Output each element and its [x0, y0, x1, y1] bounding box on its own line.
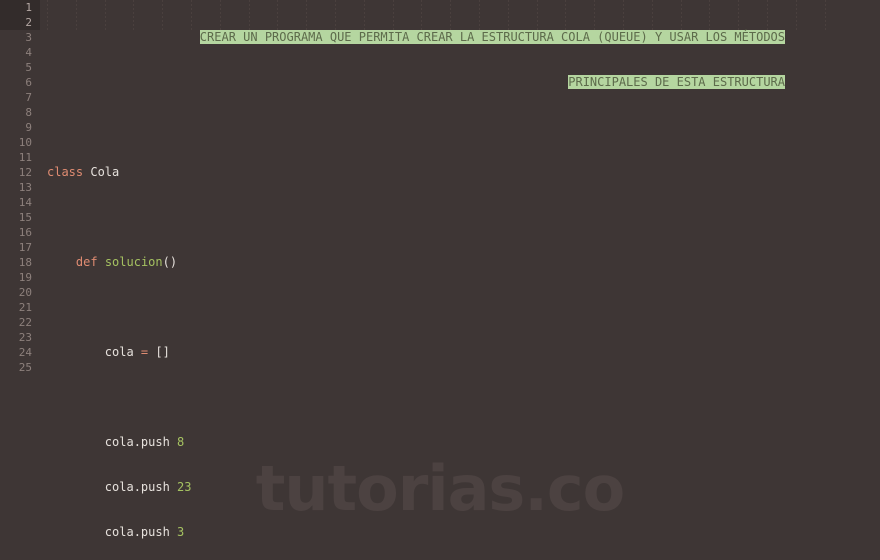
line-number-gutter[interactable]: 1 2 3 4 5 6 7 8 9 10 11 12 13 14 15 16 17 18 19 20 21 22 23 24 2… [0, 0, 40, 560]
line-number-21[interactable]: 21 [0, 300, 40, 315]
line-number-3[interactable]: 3 [0, 30, 40, 45]
line-number-23[interactable]: 23 [0, 330, 40, 345]
line-number-13[interactable]: 13 [0, 180, 40, 195]
line-number-12[interactable]: 12 [0, 165, 40, 180]
keyword-def: def [75, 255, 98, 269]
code-line-10: cola.push 8 [47, 435, 546, 450]
call-push-11: cola.push [104, 480, 178, 494]
code-line-11: cola.push 23 [47, 480, 546, 495]
keyword-class: class [47, 165, 84, 179]
line-number-25[interactable]: 25 [0, 360, 40, 375]
line-number-17[interactable]: 17 [0, 240, 40, 255]
empty-array-literal: [] [148, 345, 170, 359]
code-editor[interactable]: tutorias.co 1 2 3 4 5 6 7 8 9 10 11 12 13 14 15 16 17 18 1… [0, 0, 880, 560]
number-literal-12: 3 [177, 525, 185, 539]
call-push-12: cola.push [104, 525, 178, 539]
number-literal-11: 23 [177, 480, 192, 494]
line-number-8[interactable]: 8 [0, 105, 40, 120]
number-literal-10: 8 [177, 435, 185, 449]
line-number-22[interactable]: 22 [0, 315, 40, 330]
code-line-8: cola = [] [47, 345, 546, 360]
comment-line-2-text: PRINCIPALES DE ESTA ESTRUCTURA [568, 75, 785, 89]
code-line-12: cola.push 3 [47, 525, 546, 540]
class-name-value: Cola [90, 165, 120, 179]
line-number-24[interactable]: 24 [0, 345, 40, 360]
line-number-11[interactable]: 11 [0, 150, 40, 165]
line-number-6[interactable]: 6 [0, 75, 40, 90]
call-push-10: cola.push [104, 435, 178, 449]
code-line-6: def solucion() [47, 255, 546, 270]
method-parens: () [162, 255, 178, 269]
line-number-18[interactable]: 18 [0, 255, 40, 270]
line-number-19[interactable]: 19 [0, 270, 40, 285]
line-number-2[interactable]: 2 [0, 15, 40, 30]
line-number-14[interactable]: 14 [0, 195, 40, 210]
line-number-20[interactable]: 20 [0, 285, 40, 300]
line-number-15[interactable]: 15 [0, 210, 40, 225]
line-number-16[interactable]: 16 [0, 225, 40, 240]
var-cola: cola [104, 345, 141, 359]
line-number-5[interactable]: 5 [0, 60, 40, 75]
code-line-4: class Cola [47, 165, 546, 180]
method-name-solucion: solucion [104, 255, 163, 269]
line-number-9[interactable]: 9 [0, 120, 40, 135]
line-number-1[interactable]: 1 [0, 0, 40, 15]
code-content[interactable]: class Cola def solucion() cola = [] cola… [47, 0, 546, 560]
line-number-10[interactable]: 10 [0, 135, 40, 150]
line-number-7[interactable]: 7 [0, 90, 40, 105]
space-1 [98, 255, 105, 269]
line-number-4[interactable]: 4 [0, 45, 40, 60]
